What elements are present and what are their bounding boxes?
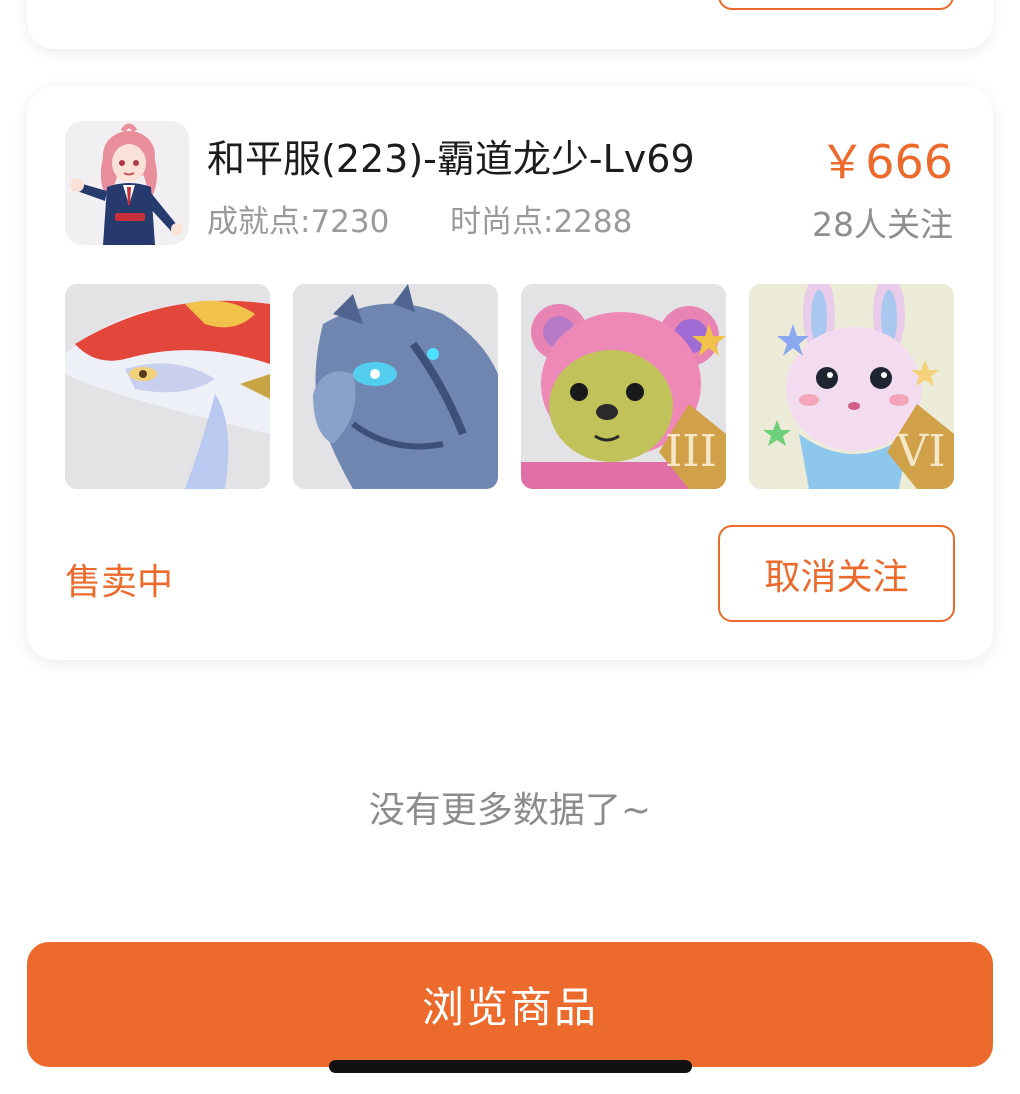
sale-status: 售卖中 bbox=[65, 562, 174, 603]
follower-count: 28人关注 bbox=[812, 205, 953, 244]
no-more-data-text: 没有更多数据了~ bbox=[368, 790, 652, 831]
fashion-points: 时尚点:2288 bbox=[450, 204, 633, 240]
blue-dragon-horse-mount-image bbox=[293, 284, 498, 489]
character-avatar-icon bbox=[65, 121, 189, 245]
achievement-points: 成就点:7230 bbox=[207, 204, 390, 240]
tier-badge-iii: III bbox=[665, 426, 717, 477]
previous-card-button[interactable] bbox=[718, 0, 954, 10]
red-fish-mount-image bbox=[65, 284, 270, 489]
thumbnail-pink-bunny-pet[interactable]: VI bbox=[749, 284, 954, 489]
thumbnail-red-fish-mount[interactable] bbox=[65, 284, 270, 489]
page: 和平服(223)-霸道龙少-Lv69 成就点:7230 时尚点:2288 ￥66… bbox=[0, 0, 1020, 1094]
browse-products-button[interactable]: 浏览商品 bbox=[27, 942, 993, 1067]
item-thumbnails: III VI bbox=[65, 284, 955, 489]
listing-card[interactable]: 和平服(223)-霸道龙少-Lv69 成就点:7230 时尚点:2288 ￥66… bbox=[27, 86, 993, 660]
listing-price: ￥666 bbox=[819, 135, 953, 189]
unfollow-button[interactable]: 取消关注 bbox=[718, 525, 955, 622]
tier-badge-vi: VI bbox=[895, 426, 945, 477]
home-indicator[interactable] bbox=[329, 1060, 692, 1073]
thumbnail-blue-dragon-horse[interactable] bbox=[293, 284, 498, 489]
previous-listing-card bbox=[27, 0, 993, 49]
thumbnail-pink-bear-pet[interactable]: III bbox=[521, 284, 726, 489]
character-avatar bbox=[65, 121, 189, 245]
pink-bunny-pet-image: VI bbox=[749, 284, 954, 489]
listing-title: 和平服(223)-霸道龙少-Lv69 bbox=[207, 137, 695, 181]
pink-bear-pet-image: III bbox=[521, 284, 726, 489]
